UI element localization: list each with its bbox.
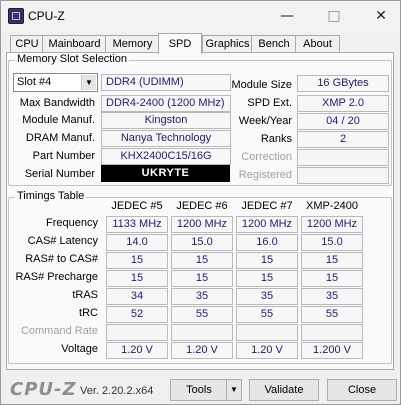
timing-cell: 55 — [301, 306, 363, 323]
registered-value — [297, 167, 389, 184]
module-type-value: DDR4 (UDIMM) — [101, 74, 231, 91]
tab-about[interactable]: About — [295, 35, 340, 53]
spd-ext-label: SPD Ext. — [247, 97, 292, 109]
maximize-icon[interactable]: □ — [316, 3, 352, 29]
timing-row-label: tRAS — [72, 289, 98, 301]
tab-graphics[interactable]: Graphics — [202, 35, 253, 53]
timings-table-title: Timings Table — [15, 190, 87, 202]
timing-cell: 55 — [171, 306, 233, 323]
timing-cell: 15 — [171, 270, 233, 287]
tools-button[interactable]: Tools — [170, 379, 228, 401]
timing-cell: 1200 MHz — [301, 216, 363, 233]
cpuz-app-icon — [8, 8, 24, 24]
timing-column-header: XMP-2400 — [306, 200, 358, 212]
slot-select[interactable]: Slot #4 ▼ — [13, 73, 98, 92]
close-button[interactable]: Close — [327, 379, 397, 401]
tab-memory[interactable]: Memory — [105, 35, 160, 53]
timing-cell — [171, 324, 233, 341]
timing-cell: 55 — [236, 306, 298, 323]
correction-label: Correction — [241, 151, 292, 163]
timing-cell: 15 — [171, 252, 233, 269]
spd-ext-value: XMP 2.0 — [297, 95, 389, 112]
module-size-value: 16 GBytes — [297, 75, 389, 92]
minimize-icon[interactable]: — — [269, 3, 305, 29]
part-number-label: Part Number — [32, 150, 95, 162]
max-bandwidth-label: Max Bandwidth — [19, 97, 95, 109]
tab-mainboard[interactable]: Mainboard — [42, 35, 107, 53]
title-bar: CPU-Z — □ ✕ — [1, 1, 400, 31]
part-number-value: KHX2400C15/16G — [101, 148, 231, 165]
timing-row-label: CAS# Latency — [27, 235, 98, 247]
tab-spd[interactable]: SPD — [158, 33, 202, 54]
timing-cell: 15.0 — [171, 234, 233, 251]
timing-cell: 35 — [236, 288, 298, 305]
max-bandwidth-value: DDR4-2400 (1200 MHz) — [101, 95, 231, 112]
timing-cell: 1.20 V — [106, 342, 168, 359]
module-manuf-label: Module Manuf. — [22, 114, 95, 126]
timing-cell — [106, 324, 168, 341]
registered-label: Registered — [238, 169, 292, 181]
timing-cell: 15 — [301, 252, 363, 269]
tab-bench[interactable]: Bench — [251, 35, 297, 53]
cpuz-logo: CPU-Z — [10, 379, 77, 400]
timing-cell: 1.20 V — [236, 342, 298, 359]
timing-cell: 15 — [236, 270, 298, 287]
timing-cell: 35 — [301, 288, 363, 305]
tab-cpu[interactable]: CPU — [10, 35, 44, 53]
timing-cell: 34 — [106, 288, 168, 305]
timing-column-header: JEDEC #6 — [176, 200, 228, 212]
timing-cell: 1.200 V — [301, 342, 363, 359]
timing-cell: 15.0 — [301, 234, 363, 251]
timing-cell: 1200 MHz — [171, 216, 233, 233]
week-year-label: Week/Year — [238, 115, 292, 127]
timing-cell: 14.0 — [106, 234, 168, 251]
timing-cell: 35 — [171, 288, 233, 305]
timing-row-label: tRC — [79, 307, 98, 319]
ranks-value: 2 — [297, 131, 389, 148]
timing-cell: 15 — [301, 270, 363, 287]
module-manuf-value: Kingston — [101, 112, 231, 129]
timing-row-label: Voltage — [61, 343, 98, 355]
tools-dropdown-chevron-down-icon[interactable]: ▼ — [226, 379, 242, 401]
timing-cell — [301, 324, 363, 341]
close-icon[interactable]: ✕ — [363, 3, 399, 29]
timing-row-label: Frequency — [46, 217, 98, 229]
week-year-value: 04 / 20 — [297, 113, 389, 130]
timing-cell: 15 — [106, 252, 168, 269]
chevron-down-icon[interactable]: ▼ — [81, 75, 96, 90]
timing-cell: 1133 MHz — [106, 216, 168, 233]
timing-column-header: JEDEC #5 — [111, 200, 163, 212]
version-text: Ver. 2.20.2.x64 — [80, 385, 154, 397]
correction-value — [297, 149, 389, 166]
dram-manuf-value: Nanya Technology — [101, 130, 231, 147]
timing-cell — [236, 324, 298, 341]
slot-select-value: Slot #4 — [17, 76, 52, 88]
timing-row-label: Command Rate — [20, 325, 98, 337]
window-title: CPU-Z — [28, 9, 65, 23]
timing-cell: 1200 MHz — [236, 216, 298, 233]
tab-bar: CPU Mainboard Memory SPD Graphics Bench … — [10, 33, 390, 54]
dram-manuf-label: DRAM Manuf. — [25, 132, 95, 144]
memory-slot-group-title: Memory Slot Selection — [15, 53, 130, 65]
ranks-label: Ranks — [260, 133, 292, 145]
timing-cell: 16.0 — [236, 234, 298, 251]
timing-row-label: RAS# Precharge — [15, 271, 98, 283]
serial-number-value: UKRYTE — [101, 165, 230, 182]
timing-row-label: RAS# to CAS# — [25, 253, 98, 265]
timing-cell: 15 — [236, 252, 298, 269]
timing-cell: 15 — [106, 270, 168, 287]
validate-button[interactable]: Validate — [249, 379, 319, 401]
timing-cell: 52 — [106, 306, 168, 323]
timing-column-header: JEDEC #7 — [241, 200, 293, 212]
serial-number-label: Serial Number — [24, 168, 95, 180]
module-size-label: Module Size — [231, 79, 292, 91]
timing-cell: 1.20 V — [171, 342, 233, 359]
